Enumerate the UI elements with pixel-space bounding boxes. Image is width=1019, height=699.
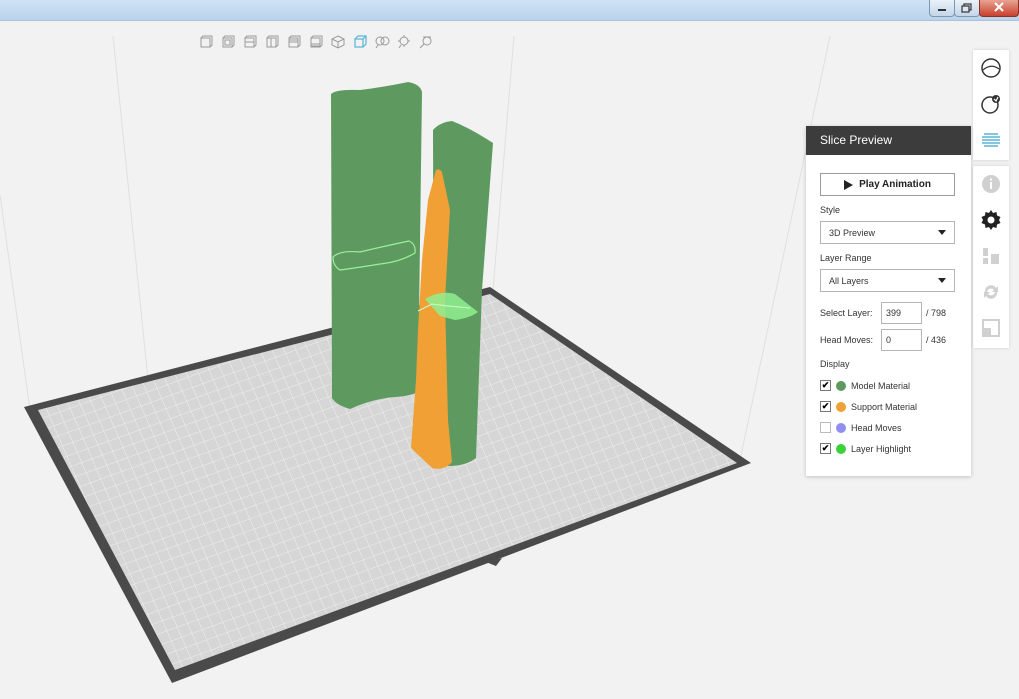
view-right-icon[interactable]	[264, 34, 280, 50]
window-titlebar	[0, 0, 1019, 21]
chevron-down-icon	[938, 230, 946, 235]
support-material-label: Support Material	[851, 401, 918, 412]
rotate-icon[interactable]	[973, 274, 1009, 310]
view-back-icon[interactable]	[220, 34, 236, 50]
display-label: Display	[820, 359, 850, 369]
model-material-swatch	[836, 380, 846, 391]
head-moves-input[interactable]: 0	[881, 329, 922, 351]
select-layer-total: / 798	[926, 308, 947, 318]
display-option-support-material[interactable]: ✔ Support Material	[820, 396, 957, 417]
view-bottom-icon[interactable]	[308, 34, 324, 50]
head-moves-option-label: Head Moves	[851, 422, 902, 433]
head-moves-total: / 436	[926, 335, 947, 345]
zoom-icon[interactable]	[374, 34, 390, 50]
view-left-icon[interactable]	[242, 34, 258, 50]
panel-title: Slice Preview	[806, 126, 971, 155]
minimize-button[interactable]	[929, 0, 955, 17]
style-value: 3D Preview	[829, 227, 876, 238]
layer-highlight-checkbox[interactable]: ✔	[820, 443, 831, 454]
display-option-head-moves[interactable]: Head Moves	[820, 417, 957, 438]
view-top-icon[interactable]	[286, 34, 302, 50]
play-animation-button[interactable]: Play Animation	[820, 173, 955, 196]
support-material-swatch	[836, 401, 846, 412]
model-material-checkbox[interactable]: ✔	[820, 380, 831, 391]
settings-gear-icon[interactable]	[973, 202, 1009, 238]
layer-range-select[interactable]: All Layers	[820, 269, 955, 292]
align-icon[interactable]	[973, 238, 1009, 274]
minimize-icon	[938, 9, 946, 11]
view-toolbar	[198, 34, 434, 50]
play-icon	[844, 179, 854, 190]
select-layer-input[interactable]: 399	[881, 302, 922, 324]
view-front-icon[interactable]	[198, 34, 214, 50]
layer-range-label: Layer Range	[820, 253, 872, 263]
restore-icon	[961, 3, 972, 13]
play-animation-label: Play Animation	[859, 179, 931, 190]
display-option-model-material[interactable]: ✔ Model Material	[820, 375, 957, 396]
head-moves-label: Head Moves:	[820, 335, 874, 345]
scale-icon[interactable]	[973, 310, 1009, 346]
zoom-selection-icon[interactable]	[418, 34, 434, 50]
model-left	[331, 82, 422, 409]
layer-highlight-swatch	[836, 443, 846, 454]
layer-range-value: All Layers	[829, 275, 869, 286]
select-layer-label: Select Layer:	[820, 308, 873, 318]
model-material-label: Model Material	[851, 380, 911, 391]
close-icon	[994, 2, 1004, 12]
zoom-fit-icon[interactable]	[396, 34, 412, 50]
restore-button[interactable]	[954, 0, 980, 17]
view-perspective-icon[interactable]	[352, 34, 368, 50]
mode-toolbar	[973, 50, 1009, 160]
close-button[interactable]	[979, 0, 1019, 17]
head-moves-swatch	[836, 422, 846, 433]
view-iso-icon[interactable]	[330, 34, 346, 50]
slice-preview-panel: Slice Preview Play Animation Style 3D Pr…	[806, 126, 971, 476]
info-icon[interactable]	[973, 166, 1009, 202]
slice-preview-icon[interactable]	[973, 122, 1009, 158]
style-select[interactable]: 3D Preview	[820, 221, 955, 244]
head-moves-checkbox[interactable]	[820, 422, 831, 433]
print-prepare-icon[interactable]	[973, 50, 1009, 86]
print-preview-icon[interactable]	[973, 86, 1009, 122]
support-material-checkbox[interactable]: ✔	[820, 401, 831, 412]
style-label: Style	[820, 205, 841, 215]
chevron-down-icon	[938, 278, 946, 283]
layer-highlight-label: Layer Highlight	[851, 443, 912, 454]
tools-toolbar	[973, 166, 1009, 348]
display-option-layer-highlight[interactable]: ✔ Layer Highlight	[820, 438, 957, 459]
